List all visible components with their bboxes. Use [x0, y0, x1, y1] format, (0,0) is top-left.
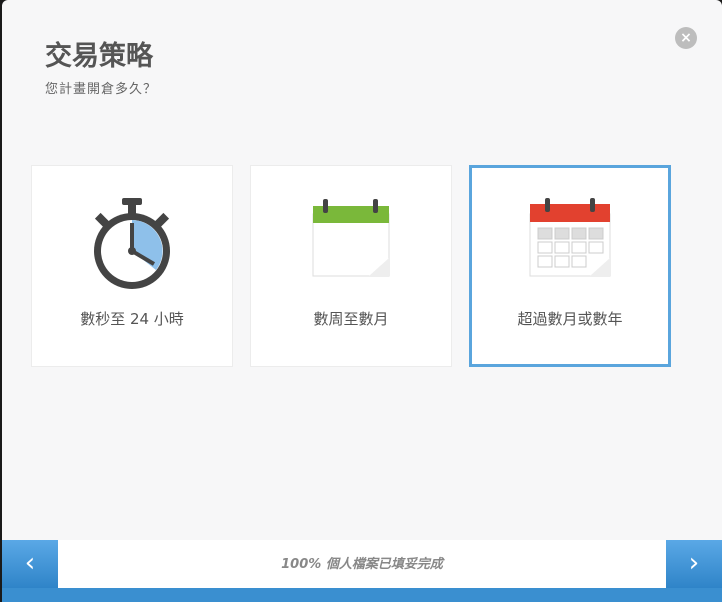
page-subtitle: 您計畫開倉多久？ — [45, 82, 158, 97]
option-seconds-to-24h[interactable]: 數秒至 24 小時 — [31, 165, 233, 367]
prev-button[interactable]: ‹ — [2, 540, 58, 588]
page-title: 交易策略 — [45, 41, 153, 72]
option-label: 超過數月或數年 — [517, 310, 623, 328]
close-button[interactable]: × — [675, 27, 697, 49]
option-weeks-to-months[interactable]: 數周至數月 — [250, 165, 452, 367]
option-label: 數秒至 24 小時 — [80, 310, 184, 328]
dialog-window: 交易策略 您計畫開倉多久？ × 數秒至 24 小時 數周至數月 超過數月或數年 … — [2, 0, 722, 602]
option-months-or-years[interactable]: 超過數月或數年 — [469, 165, 671, 367]
option-label: 數周至數月 — [313, 310, 389, 328]
calendar-blank-icon — [312, 199, 390, 277]
stopwatch-icon — [94, 198, 170, 289]
progress-bar — [2, 588, 722, 602]
progress-text: 100% 個人檔案已填妥完成 — [281, 557, 443, 572]
calendar-grid-icon — [529, 198, 611, 277]
next-button[interactable]: › — [666, 540, 722, 588]
